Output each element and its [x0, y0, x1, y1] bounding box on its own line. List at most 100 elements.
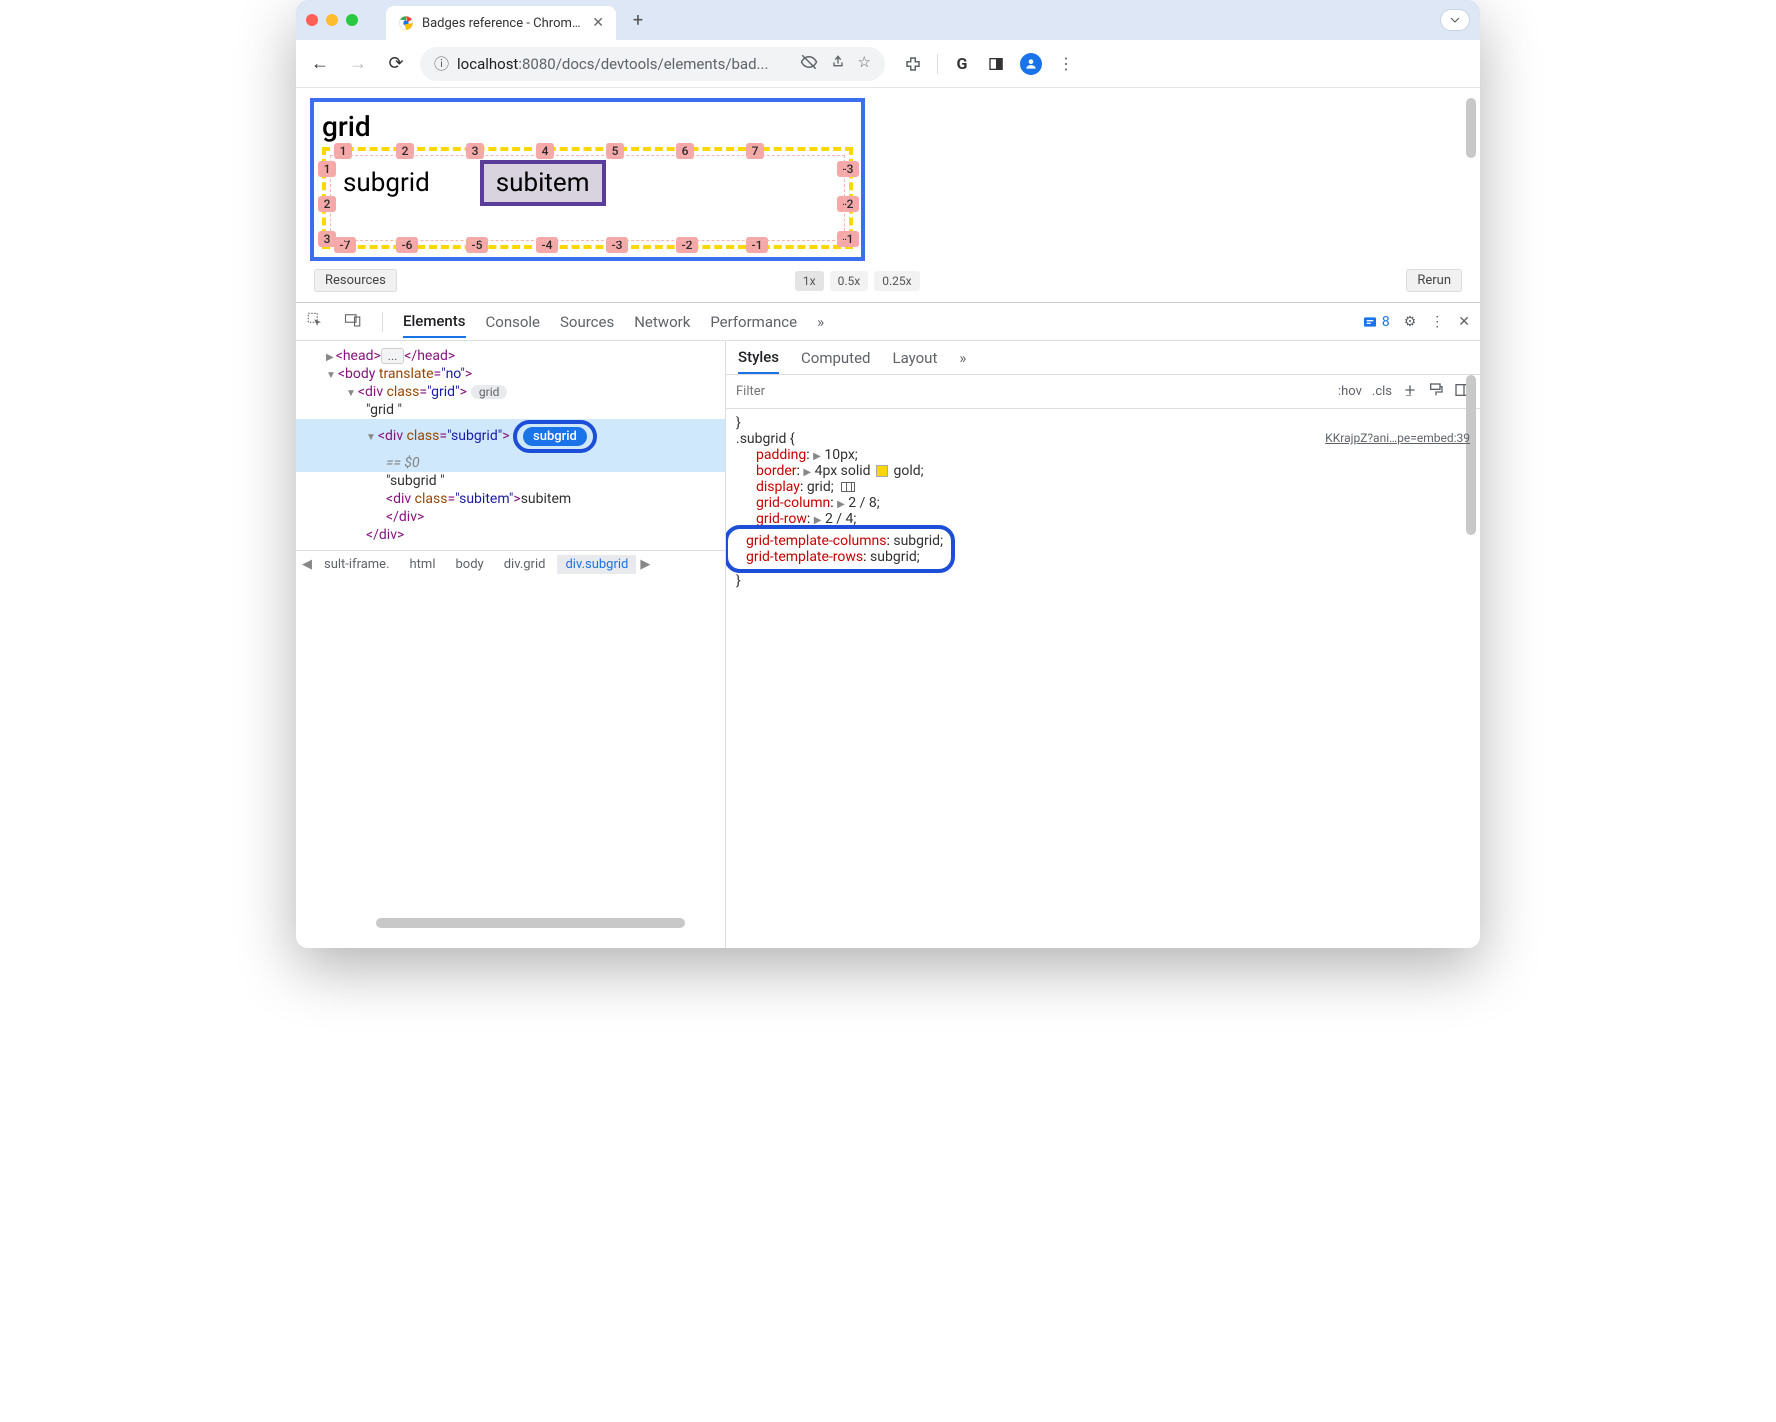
tab-title: Badges reference - Chrome D	[422, 16, 584, 31]
traffic-lights	[306, 14, 358, 26]
subgrid-outline: 1 2 3 4 5 6 7 1 2 3 -3 -2 -1 -7	[322, 147, 853, 249]
settings-icon[interactable]: ⚙	[1404, 314, 1417, 330]
paint-icon[interactable]	[1428, 382, 1444, 402]
dom-node-div-grid[interactable]: ▼<div class="grid">grid	[296, 383, 725, 401]
bookmark-icon[interactable]: ☆	[858, 53, 871, 75]
grid-editor-icon[interactable]	[841, 482, 855, 492]
device-toggle-icon[interactable]	[344, 311, 362, 333]
filter-input[interactable]	[736, 384, 906, 399]
site-info-icon[interactable]: ⓘ	[434, 53, 449, 74]
prop-padding[interactable]: padding: ▶ 10px;	[736, 447, 1470, 463]
more-tabs-icon[interactable]: »	[959, 343, 966, 373]
issues-badge[interactable]: 8	[1362, 314, 1390, 330]
address-bar[interactable]: ⓘ localhost:8080/docs/devtools/elements/…	[420, 47, 885, 81]
bc-item[interactable]: html	[402, 555, 444, 574]
styles-panel: Styles Computed Layout » :hov .cls	[726, 341, 1480, 948]
prop-grid-template-rows[interactable]: grid-template-rows: subgrid;	[736, 549, 943, 565]
new-tab-button[interactable]: +	[624, 6, 652, 34]
prop-display[interactable]: display: grid;	[736, 479, 1470, 495]
inspect-icon[interactable]	[306, 311, 324, 333]
grid-demo-box: grid 1 2 3 4 5 6 7 1 2 3 -3 -2	[310, 98, 865, 261]
source-link[interactable]: KKrajpZ?ani…pe=embed:39	[1325, 431, 1470, 445]
dom-dollar-zero: == $0	[296, 454, 725, 472]
panel-icon[interactable]	[986, 54, 1006, 74]
window-dropdown-button[interactable]	[1440, 9, 1470, 31]
subgrid-badge[interactable]: subgrid	[523, 427, 587, 446]
reload-button[interactable]: ⟳	[382, 50, 410, 78]
minimize-window-button[interactable]	[326, 14, 338, 26]
rule-selector[interactable]: .subgrid { KKrajpZ?ani…pe=embed:39	[736, 431, 1470, 447]
more-tabs-icon[interactable]: »	[817, 307, 824, 337]
devtools-body: ▶<head>...</head> ▼<body translate="no">…	[296, 341, 1480, 948]
subitem-box: subitem	[480, 160, 606, 206]
vertical-scrollbar[interactable]	[1466, 98, 1476, 158]
bc-right-arrow[interactable]: ▶	[640, 557, 650, 572]
dt-close-icon[interactable]: ✕	[1458, 314, 1470, 330]
chrome-favicon-icon	[398, 15, 414, 31]
dom-text-subgrid[interactable]: "subgrid "	[296, 472, 725, 490]
color-swatch[interactable]	[876, 465, 888, 477]
prop-grid-template-columns[interactable]: grid-template-columns: subgrid;	[736, 533, 943, 549]
resources-button[interactable]: Resources	[314, 269, 397, 292]
forward-button[interactable]: →	[344, 50, 372, 78]
rerun-button[interactable]: Rerun	[1406, 269, 1462, 292]
tab-computed[interactable]: Computed	[801, 343, 871, 373]
bc-item[interactable]: sult-iframe.	[316, 555, 398, 574]
styles-body[interactable]: } .subgrid { KKrajpZ?ani…pe=embed:39 pad…	[726, 409, 1480, 948]
toolbar-icons: G ⋮	[903, 53, 1076, 75]
separator	[382, 312, 383, 332]
new-rule-icon[interactable]	[1402, 382, 1418, 402]
bc-item[interactable]: div.grid	[496, 555, 554, 574]
tab-network[interactable]: Network	[634, 307, 690, 337]
hov-toggle[interactable]: :hov	[1338, 384, 1362, 399]
styles-filter-row: :hov .cls	[726, 375, 1480, 409]
cls-toggle[interactable]: .cls	[1372, 384, 1392, 399]
zoom-05x[interactable]: 0.5x	[830, 271, 869, 291]
prev-rule-close: }	[736, 415, 1470, 431]
tab-sources[interactable]: Sources	[560, 307, 614, 337]
dom-node-body[interactable]: ▼<body translate="no">	[296, 365, 725, 383]
rule-close: }	[736, 573, 1470, 589]
styles-tabs: Styles Computed Layout »	[726, 341, 1480, 375]
separator	[937, 54, 938, 74]
elements-panel[interactable]: ▶<head>...</head> ▼<body translate="no">…	[296, 341, 726, 948]
demo-area: grid 1 2 3 4 5 6 7 1 2 3 -3 -2	[296, 88, 1480, 302]
dom-node-head[interactable]: ▶<head>...</head>	[296, 347, 725, 365]
dom-breadcrumbs: ◀ sult-iframe. html body div.grid div.su…	[296, 550, 725, 578]
horizontal-scrollbar[interactable]	[376, 918, 685, 928]
grid-badge[interactable]: grid	[471, 385, 508, 399]
dt-menu-icon[interactable]: ⋮	[1430, 314, 1444, 330]
back-button[interactable]: ←	[306, 50, 334, 78]
tab-performance[interactable]: Performance	[710, 307, 797, 337]
share-icon[interactable]	[830, 53, 846, 75]
google-icon[interactable]: G	[952, 54, 972, 74]
bc-item-active[interactable]: div.subgrid	[557, 555, 636, 574]
highlight-ring: subgrid	[513, 420, 597, 453]
dom-text-grid[interactable]: "grid "	[296, 401, 725, 419]
dom-close-div-2[interactable]: </div>	[296, 526, 725, 544]
bc-item[interactable]: body	[448, 555, 492, 574]
extensions-icon[interactable]	[903, 54, 923, 74]
prop-border[interactable]: border: ▶ 4px solid gold;	[736, 463, 1470, 479]
overflow-menu-icon[interactable]: ⋮	[1056, 54, 1076, 74]
toolbar: ← → ⟳ ⓘ localhost:8080/docs/devtools/ele…	[296, 40, 1480, 88]
tab-close-icon[interactable]: ✕	[592, 15, 604, 31]
tab-console[interactable]: Console	[486, 307, 541, 337]
prop-grid-column[interactable]: grid-column: ▶ 2 / 8;	[736, 495, 1470, 511]
close-window-button[interactable]	[306, 14, 318, 26]
zoom-025x[interactable]: 0.25x	[874, 271, 919, 291]
tab-styles[interactable]: Styles	[738, 342, 779, 374]
tab-elements[interactable]: Elements	[403, 306, 466, 338]
devtools: Elements Console Sources Network Perform…	[296, 302, 1480, 948]
browser-tab[interactable]: Badges reference - Chrome D ✕	[386, 6, 616, 40]
maximize-window-button[interactable]	[346, 14, 358, 26]
dom-node-div-subitem[interactable]: <div class="subitem">subitem	[296, 490, 725, 508]
eye-off-icon[interactable]	[800, 53, 818, 75]
dom-close-div-1[interactable]: </div>	[296, 508, 725, 526]
profile-avatar[interactable]	[1020, 53, 1042, 75]
zoom-1x[interactable]: 1x	[795, 271, 824, 291]
bc-left-arrow[interactable]: ◀	[302, 557, 312, 572]
dom-node-div-subgrid[interactable]: ▼<div class="subgrid"> subgrid	[296, 419, 725, 454]
demo-controls: Resources 1x 0.5x 0.25x Rerun	[310, 269, 1466, 292]
tab-layout[interactable]: Layout	[893, 343, 938, 373]
